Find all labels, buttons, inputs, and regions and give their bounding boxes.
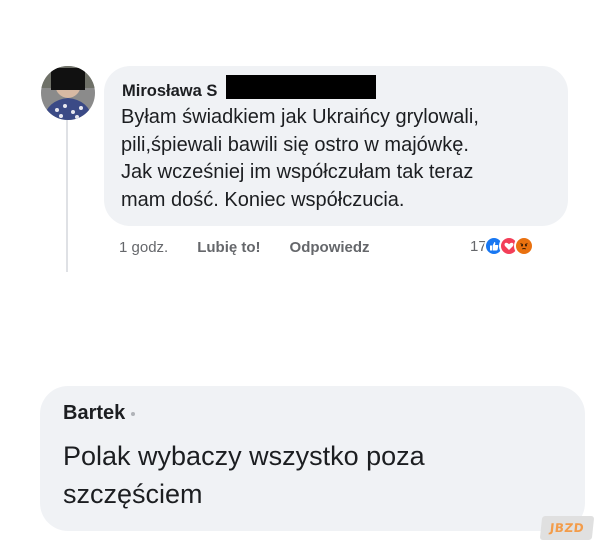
reply-bubble: Bartek Polak wybaczy wszystko poza szczę… (40, 386, 585, 531)
comment-line: Byłam świadkiem jak Ukraińcy grylowali, (121, 106, 479, 128)
watermark-text: JBZD (549, 521, 585, 535)
reply-author[interactable]: Bartek (63, 402, 125, 425)
reply-line: szczęściem (63, 479, 203, 509)
watermark-logo: JBZD (539, 516, 595, 540)
avatar[interactable] (41, 66, 95, 120)
separator-dot (131, 411, 136, 416)
comment-line: pili,śpiewali bawili się ostro w majówkę… (121, 133, 469, 156)
comment-text: Byłam świadkiem jak Ukraińcy grylowali, … (121, 104, 561, 214)
angry-icon (513, 236, 534, 256)
comment-bubble: Mirosława S Byłam świadkiem jak Ukraińcy… (104, 66, 568, 226)
censor-bar (226, 75, 376, 99)
reply-text: Polak wybaczy wszystko poza szczęściem (63, 437, 563, 513)
reply-line: Polak wybaczy wszystko poza (63, 441, 425, 471)
top-comment: Mirosława S Byłam świadkiem jak Ukraińcy… (0, 0, 600, 300)
comment-author[interactable]: Mirosława S (122, 82, 217, 101)
thread-line (66, 120, 68, 272)
reply-button[interactable]: Odpowiedz (290, 239, 370, 256)
reactions-summary[interactable]: 17 (470, 234, 534, 258)
comment-actions: 1 godz. Lubię to! Odpowiedz (119, 235, 399, 259)
like-button[interactable]: Lubię to! (197, 239, 260, 256)
comment-line: Jak wcześniej im współczułam tak teraz (121, 161, 474, 183)
comment-timestamp[interactable]: 1 godz. (119, 239, 168, 256)
avatar-image (41, 66, 95, 120)
comment-line: mam dość. Koniec współczucia. (121, 188, 405, 211)
